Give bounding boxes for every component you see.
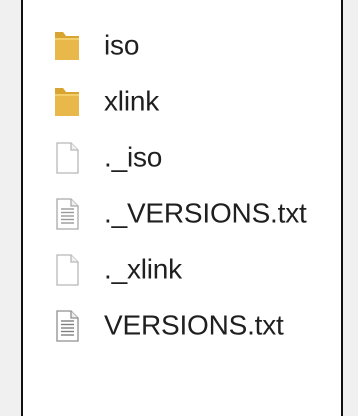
file-name: ._iso	[104, 141, 163, 173]
file-list-panel: iso xlink ._iso ._VERSIONS.txt ._xlink V…	[21, 0, 343, 416]
text-file-icon	[51, 196, 83, 232]
text-file-icon	[51, 308, 83, 344]
file-name: VERSIONS.txt	[104, 309, 284, 341]
file-item-iso[interactable]: iso	[23, 18, 341, 74]
file-name: iso	[104, 29, 140, 61]
file-item-xlink[interactable]: xlink	[23, 74, 341, 130]
blank-file-icon	[51, 252, 83, 288]
file-item-versions[interactable]: VERSIONS.txt	[23, 298, 341, 354]
blank-file-icon	[51, 140, 83, 176]
file-name: xlink	[104, 85, 160, 117]
file-list: iso xlink ._iso ._VERSIONS.txt ._xlink V…	[23, 18, 341, 354]
file-item-dot-xlink[interactable]: ._xlink	[23, 242, 341, 298]
folder-icon	[51, 84, 83, 120]
folder-icon	[51, 28, 83, 64]
file-name: ._VERSIONS.txt	[104, 197, 307, 229]
file-name: ._xlink	[104, 253, 182, 285]
file-item-dot-iso[interactable]: ._iso	[23, 130, 341, 186]
file-item-dot-versions[interactable]: ._VERSIONS.txt	[23, 186, 341, 242]
